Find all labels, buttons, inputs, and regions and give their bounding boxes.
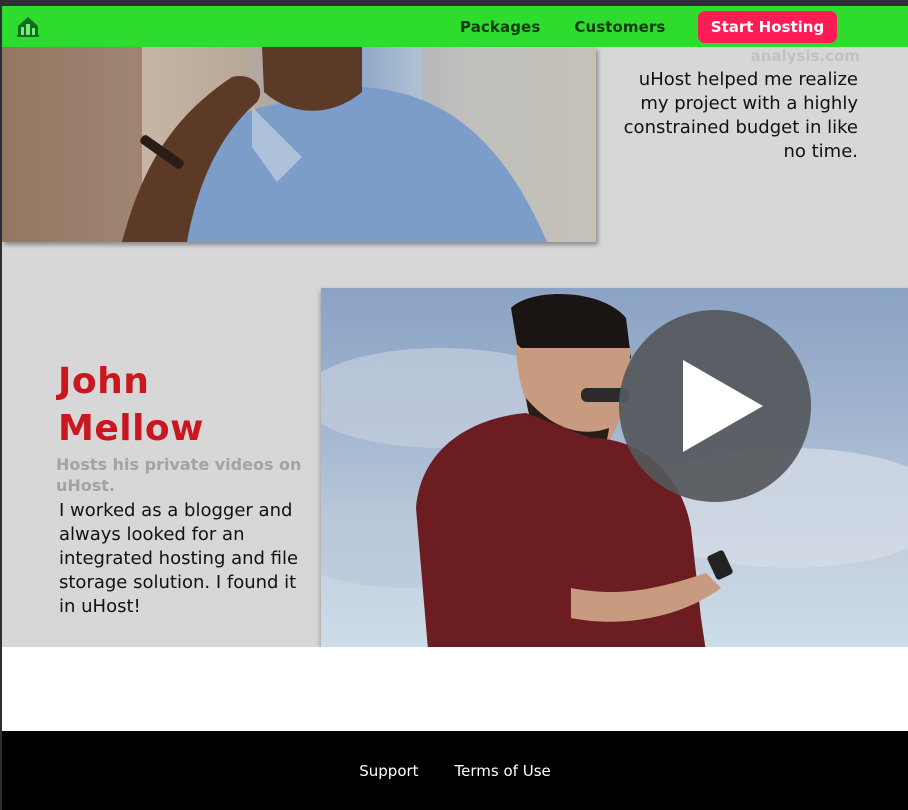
nav-link-packages[interactable]: Packages: [460, 18, 540, 36]
play-button[interactable]: [619, 310, 811, 502]
main-footer: Support Terms of Use: [2, 731, 908, 810]
main-nav: Packages Customers: [460, 6, 665, 47]
footer-link-terms[interactable]: Terms of Use: [455, 762, 551, 780]
play-icon: [683, 360, 763, 452]
customer-subtitle: Hosts his private videos on uHost.: [56, 455, 302, 495]
start-hosting-button[interactable]: Start Hosting: [698, 11, 837, 43]
uhost-logo-icon[interactable]: [16, 14, 40, 38]
content-bottom-spacer: [2, 647, 908, 731]
customer-site-label: analysis.com: [750, 47, 860, 65]
footer-link-support[interactable]: Support: [359, 762, 418, 780]
customer-photo-top: [2, 47, 596, 242]
page: Packages Customers Start Hosting analysi…: [2, 6, 908, 810]
testimonial-quote-top: uHost helped me realize my project with …: [623, 69, 858, 162]
customer-name: John Mellow: [58, 361, 204, 449]
nav-link-customers[interactable]: Customers: [574, 18, 665, 36]
main-header: Packages Customers Start Hosting: [2, 6, 908, 47]
testimonial-quote-bottom: I worked as a blogger and always looked …: [59, 500, 299, 617]
customer-video[interactable]: [321, 288, 908, 685]
